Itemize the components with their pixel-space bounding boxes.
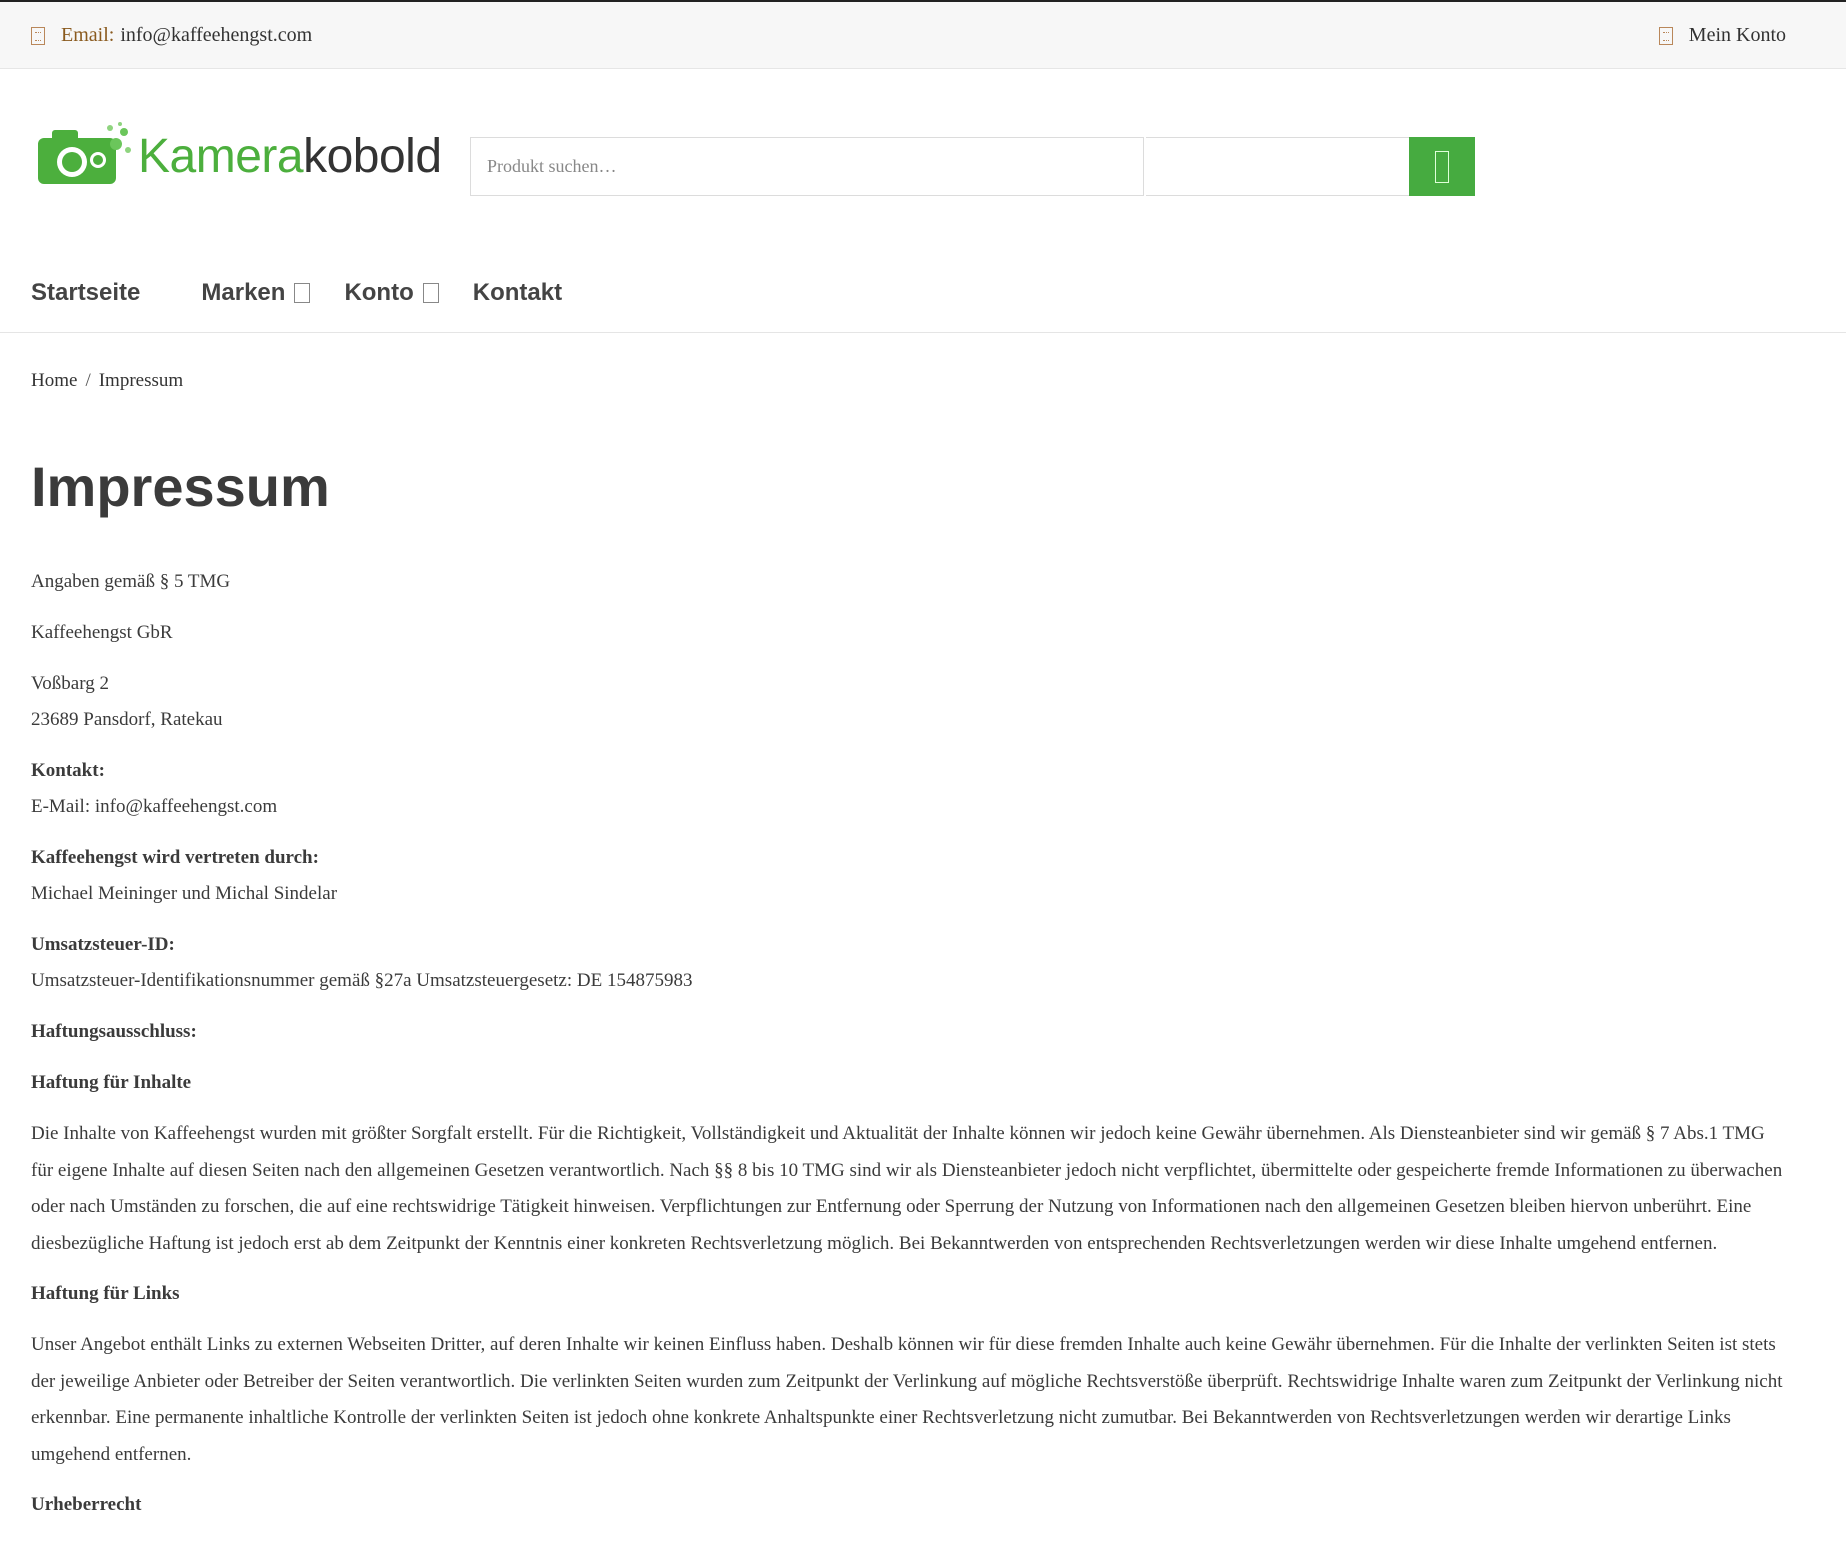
- liability-content-text: Die Inhalte von Kaffeehengst wurden mit …: [31, 1123, 1783, 1254]
- representatives-block: Kaffeehengst wird vertreten durch: Michae…: [31, 840, 1791, 912]
- breadcrumb-separator: /: [85, 370, 91, 391]
- address-block: Voßbarg 2 23689 Pansdorf, Ratekau: [31, 666, 1791, 738]
- angaben-text: Angaben gemäß § 5 TMG: [31, 571, 231, 592]
- address-city: 23689 Pansdorf, Ratekau: [31, 709, 223, 730]
- breadcrumb: Home / Impressum: [31, 370, 183, 392]
- chevron-down-icon: [294, 283, 311, 303]
- logo-wordmark: Kamerakobold: [138, 129, 442, 184]
- liability-links-heading-text: Haftung für Links: [31, 1283, 180, 1304]
- nav-divider: [0, 332, 1846, 333]
- page-title: Impressum: [31, 455, 330, 518]
- representatives-heading: Kaffeehengst wird vertreten durch:: [31, 847, 319, 868]
- disclaimer-heading-text: Haftungsausschluss:: [31, 1021, 197, 1042]
- logo-word-kobold: kobold: [303, 129, 442, 183]
- breadcrumb-home[interactable]: Home: [31, 370, 77, 391]
- company-name: Kaffeehengst GbR: [31, 622, 173, 643]
- address-street: Voßbarg 2: [31, 673, 109, 694]
- copyright-heading-text: Urheberrecht: [31, 1494, 142, 1515]
- vat-block: Umsatzsteuer-ID: Umsatzsteuer-Identifikat…: [31, 927, 1791, 999]
- email-icon: [31, 26, 45, 45]
- main-nav: Startseite Marken Konto Kontakt: [31, 275, 562, 311]
- user-icon: [1658, 26, 1673, 45]
- search-input[interactable]: Produkt suchen…: [470, 137, 1144, 196]
- vat-text: Umsatzsteuer-Identifikationsnummer gemäß…: [31, 970, 693, 991]
- liability-links-heading: Haftung für Links: [31, 1276, 1791, 1312]
- page-content: Angaben gemäß § 5 TMG Kaffeehengst GbR V…: [31, 564, 1791, 1538]
- liability-content-heading: Haftung für Inhalte: [31, 1065, 1791, 1101]
- search-button[interactable]: [1409, 137, 1475, 196]
- disclaimer-heading: Haftungsausschluss:: [31, 1014, 1791, 1050]
- site-logo[interactable]: Kamerakobold: [36, 120, 442, 192]
- search-category-select[interactable]: [1146, 137, 1410, 196]
- liability-content-heading-text: Haftung für Inhalte: [31, 1072, 192, 1093]
- top-email[interactable]: Email: info@kaffeehengst.com: [31, 24, 312, 47]
- contact-email: E-Mail: info@kaffeehengst.com: [31, 796, 278, 817]
- search-icon: [1435, 150, 1449, 183]
- nav-item-marken[interactable]: Marken: [201, 279, 311, 307]
- nav-item-startseite[interactable]: Startseite: [31, 279, 140, 307]
- breadcrumb-current: Impressum: [98, 370, 184, 391]
- nav-label: Kontakt: [472, 279, 563, 306]
- logo-word-kamera: Kamera: [138, 129, 304, 183]
- nav-item-konto[interactable]: Konto: [344, 279, 439, 307]
- liability-links-text: Unser Angebot enthält Links zu externen …: [31, 1334, 1783, 1465]
- email-label: Email:: [61, 24, 115, 46]
- vat-heading: Umsatzsteuer-ID:: [31, 934, 175, 955]
- nav-label: Konto: [344, 279, 414, 306]
- nav-label: Startseite: [31, 279, 141, 306]
- email-value[interactable]: info@kaffeehengst.com: [120, 24, 312, 47]
- copyright-heading: Urheberrecht: [31, 1487, 1791, 1523]
- contact-block: Kontakt: E-Mail: info@kaffeehengst.com: [31, 753, 1791, 825]
- representatives-names: Michael Meininger und Michal Sindelar: [31, 883, 338, 904]
- my-account-label: Mein Konto: [1688, 24, 1786, 46]
- nav-item-kontakt[interactable]: Kontakt: [473, 279, 562, 307]
- my-account-link[interactable]: Mein Konto: [1658, 24, 1786, 47]
- chevron-down-icon: [422, 283, 439, 303]
- nav-label: Marken: [201, 279, 286, 306]
- contact-heading: Kontakt:: [31, 760, 105, 781]
- top-bar: Email: info@kaffeehengst.com Mein Konto: [0, 0, 1846, 69]
- camera-logo-icon: [38, 122, 131, 184]
